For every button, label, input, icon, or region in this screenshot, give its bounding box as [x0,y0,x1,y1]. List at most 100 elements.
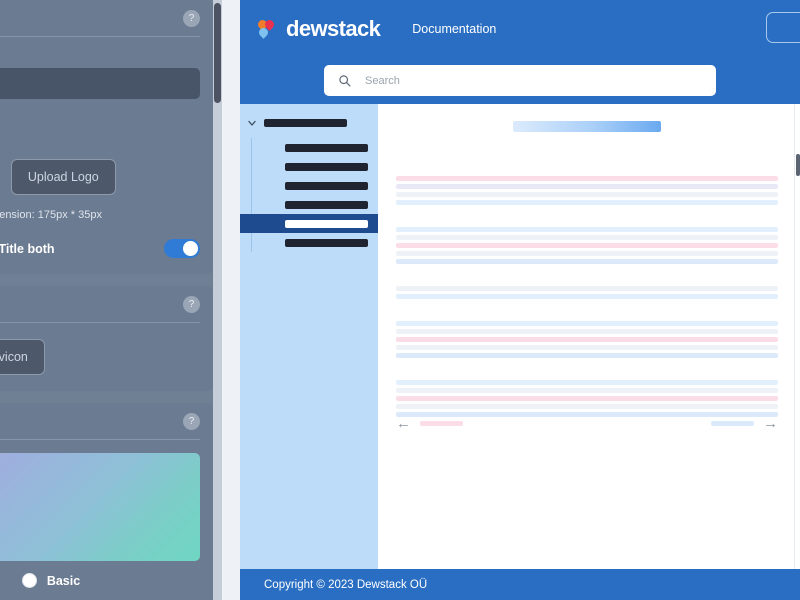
paragraph-block [396,380,778,417]
sidebar-item-label [285,219,368,228]
pager-next[interactable]: → [711,416,778,431]
site-sidebar [240,104,390,569]
search-icon [339,75,351,87]
sidebar-item-label [285,143,368,152]
question-mark-icon[interactable]: ? [183,10,200,27]
water-drop-logo-icon [256,17,282,41]
site-content: ← → [378,104,800,569]
logo-dimension-hint: Recommended Dimension: 175px * 35px [0,209,102,221]
text-line [396,184,778,189]
arrow-right-icon[interactable]: → [763,416,778,431]
paragraph-block [396,227,778,264]
radio-selected-icon[interactable] [21,573,37,588]
text-line [396,404,778,409]
sidebar-item-label [285,162,368,171]
divider [0,439,200,440]
upload-favicon-button[interactable]: Upload Favicon [0,339,45,375]
site-topbar: dewstack Documentation [240,0,800,57]
text-line [396,259,778,264]
theme-preview-basic[interactable] [0,453,200,561]
settings-scrollbar[interactable] [213,0,222,600]
text-line [396,227,778,232]
show-logo-title-toggle[interactable] [164,239,200,258]
sidebar-item-label [285,200,368,209]
text-line [396,380,778,385]
sidebar-item-1[interactable] [264,138,378,157]
site-brand-name: dewstack [286,15,381,41]
text-line [396,176,778,181]
text-line [396,251,778,256]
sidebar-item-4[interactable] [264,195,378,214]
doc-title-placeholder [513,121,661,132]
sidebar-parent-label [264,119,347,127]
divider [0,36,200,37]
paragraph-block [396,286,778,299]
panel-gap [222,0,240,600]
pager-prev[interactable]: ← [396,416,463,431]
toggle-knob [183,241,198,256]
topbar-cta-button[interactable] [766,12,800,43]
site-preview: dewstack Documentation Search ← → Copyri… [240,0,800,600]
logo-row: × dewstack Upload Logo [0,159,200,195]
brand-title-card-header: Brand Title ? [0,10,200,36]
text-line [396,353,778,358]
question-mark-icon[interactable]: ? [183,296,200,313]
arrow-left-icon[interactable]: ← [396,416,411,431]
search-placeholder: Search [365,74,400,87]
paragraph-block [396,176,778,205]
site-footer: Copyright © 2023 Dewstack OÜ [240,569,800,600]
sidebar-item-5-selected[interactable] [240,214,390,233]
settings-scrollbar-thumb[interactable] [214,3,221,103]
site-body: ← → [240,104,800,569]
text-line [396,337,778,342]
show-logo-title-row: Show Logo and Title both [0,239,200,258]
sidebar-item-2[interactable] [264,157,378,176]
doc-pager: ← → [396,416,778,431]
favicon-row: × Upload Favicon [0,339,200,375]
theme-option-label: Basic [46,573,81,588]
sidebar-nav-group [240,117,390,252]
color-row: Color [0,113,200,139]
chevron-down-icon[interactable] [246,117,258,129]
site-search-bar: Search [240,57,800,104]
upload-logo-button[interactable]: Upload Logo [10,159,116,195]
show-logo-title-label: Show Logo and Title both [0,241,55,256]
pager-prev-label [420,421,463,426]
content-scrollbar-thumb[interactable] [796,154,800,176]
text-line [396,294,778,299]
title-field-label: Title [0,50,200,62]
text-line [396,243,778,248]
settings-panel: Brand Title ? Title Documentation Color … [0,0,222,600]
footer-copyright: Copyright © 2023 Dewstack OÜ [264,578,428,591]
app-root: Brand Title ? Title Documentation Color … [0,0,800,600]
favicon-card: Favicon ? × Upload Favicon [0,286,214,391]
brand-title-card: Brand Title ? Title Documentation Color … [0,0,214,274]
title-input[interactable]: Documentation [0,68,200,99]
paragraph-block [396,321,778,358]
text-line [396,192,778,197]
theme-card-header: Theme ? [0,413,200,439]
sidebar-item-6[interactable] [264,233,378,252]
question-mark-icon[interactable]: ? [183,413,200,430]
sidebar-item-label [285,181,368,190]
nav-link-documentation[interactable]: Documentation [412,22,496,36]
sidebar-item-label [285,238,368,247]
sidebar-item-3[interactable] [264,176,378,195]
site-brand[interactable]: dewstack [256,15,381,42]
favicon-card-header: Favicon ? [0,296,200,322]
text-line [396,321,778,326]
settings-scroll-area: Brand Title ? Title Documentation Color … [0,0,222,600]
text-line [396,286,778,291]
sidebar-children [240,138,390,252]
content-scrollbar[interactable] [794,104,800,569]
text-line [396,345,778,350]
search-input[interactable]: Search [324,65,716,96]
theme-option-basic[interactable]: Basic [0,573,200,588]
text-line [396,235,778,240]
pager-next-label [711,421,754,426]
text-line [396,200,778,205]
theme-card: Theme ? Basic [0,403,214,600]
text-line [396,396,778,401]
text-line [396,329,778,334]
sidebar-parent-item[interactable] [240,117,378,129]
